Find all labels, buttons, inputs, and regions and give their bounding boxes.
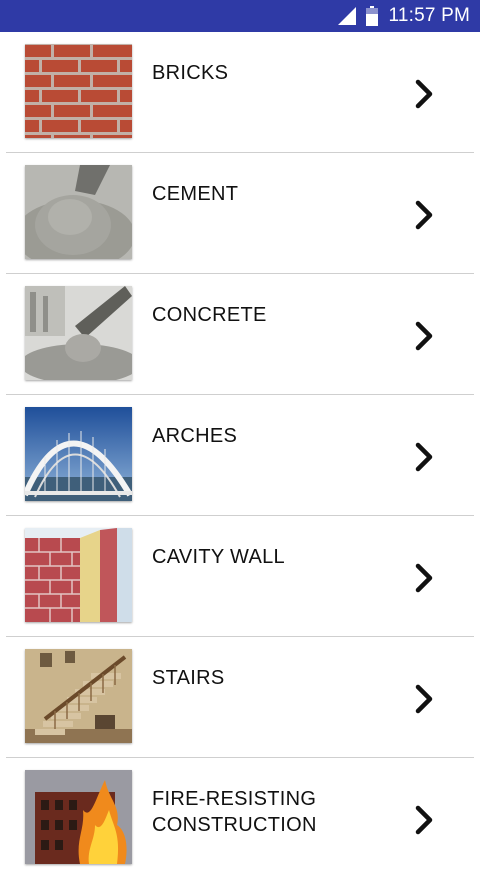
list-item-concrete[interactable]: CONCRETE (0, 274, 480, 395)
chevron-right-icon (412, 439, 436, 475)
battery-icon (366, 6, 379, 26)
list-item-stairs[interactable]: STAIRS (0, 637, 480, 758)
list-item-label: CONCRETE (152, 304, 267, 326)
status-icons: 11:57 PM (338, 0, 470, 32)
bricks-image (25, 44, 132, 138)
stairs-image (25, 649, 132, 743)
chevron-right-icon (412, 802, 436, 838)
cavity-wall-image (25, 528, 132, 622)
status-bar: 11:57 PM (0, 0, 480, 32)
list-item-cement[interactable]: CEMENT (0, 153, 480, 274)
list-item-label: ARCHES (152, 425, 238, 447)
status-time: 11:57 PM (388, 5, 470, 26)
list-item-label: FIRE-RESISTING CONSTRUCTION (152, 788, 317, 836)
arch-bridge-image (25, 407, 132, 501)
chevron-right-icon (412, 560, 436, 596)
list-item-label: CAVITY WALL (152, 546, 285, 568)
list-item-bricks[interactable]: BRICKS (0, 32, 480, 153)
list-item-fire-resisting-construction[interactable]: FIRE-RESISTING CONSTRUCTION (0, 758, 480, 879)
concrete-image (25, 286, 132, 380)
list-item-label: CEMENT (152, 183, 239, 205)
chevron-right-icon (412, 76, 436, 112)
list-item-cavity-wall[interactable]: CAVITY WALL (0, 516, 480, 637)
list-item-arches[interactable]: ARCHES (0, 395, 480, 516)
topic-list: BRICKS CEMENT CONCRETE ARCHES CAVITY WAL… (0, 32, 480, 879)
chevron-right-icon (412, 197, 436, 233)
cement-image (25, 165, 132, 259)
signal-icon (338, 7, 357, 25)
chevron-right-icon (412, 681, 436, 717)
list-item-label: BRICKS (152, 62, 229, 84)
list-item-label: STAIRS (152, 667, 225, 689)
chevron-right-icon (412, 318, 436, 354)
fire-building-image (25, 770, 132, 864)
